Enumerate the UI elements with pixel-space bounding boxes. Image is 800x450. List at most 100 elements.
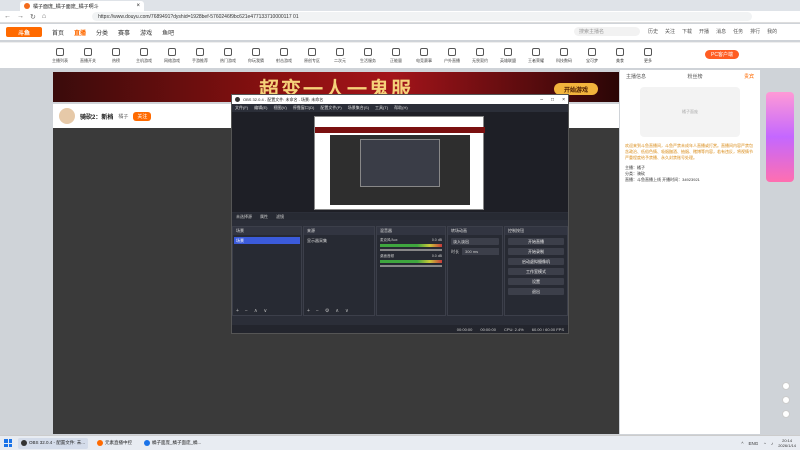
source-item[interactable]: 显示器采集 bbox=[305, 237, 373, 244]
taskbar-app-obs[interactable]: OBS 32.0.4 - 配置文件: 未... bbox=[18, 437, 89, 449]
obs-menu-item[interactable]: 工具(T) bbox=[375, 105, 388, 111]
category-item[interactable]: 射击游戏 bbox=[274, 47, 294, 64]
task-icon[interactable]: 任务 bbox=[733, 28, 743, 35]
nav-category[interactable]: 分类 bbox=[96, 28, 108, 37]
obs-preview[interactable] bbox=[232, 112, 568, 212]
category-item[interactable]: 直播开关 bbox=[78, 47, 98, 64]
search-input[interactable]: 搜索主播名 bbox=[574, 27, 640, 36]
category-item[interactable]: 更多 bbox=[638, 47, 658, 64]
tab-streamer-info[interactable]: 主播信息 bbox=[626, 73, 646, 80]
duration-input[interactable]: 300 ms bbox=[462, 248, 499, 255]
desktop-volume-slider[interactable] bbox=[380, 265, 442, 267]
start-recording-button[interactable]: 开始录制 bbox=[508, 248, 564, 255]
category-item[interactable]: 美食 bbox=[610, 47, 630, 64]
category-item[interactable]: 手游推荐 bbox=[190, 47, 210, 64]
obs-menu-item[interactable]: 编辑(E) bbox=[254, 105, 267, 111]
volume-icon[interactable]: ♪ bbox=[771, 441, 773, 446]
remove-source-icon[interactable]: − bbox=[316, 308, 319, 314]
category-item[interactable]: 王者荣耀 bbox=[526, 47, 546, 64]
obs-menu-item[interactable]: 帮助(H) bbox=[394, 105, 408, 111]
nav-games[interactable]: 游戏 bbox=[140, 28, 152, 37]
category-item[interactable]: 原创专区 bbox=[302, 47, 322, 64]
remove-scene-icon[interactable]: − bbox=[245, 308, 248, 314]
category-item[interactable]: 科技数码 bbox=[554, 47, 574, 64]
filters-button[interactable]: 滤镜 bbox=[276, 214, 284, 220]
wifi-icon[interactable]: ◔ bbox=[763, 441, 766, 446]
obs-menu-item[interactable]: 视图(V) bbox=[273, 105, 286, 111]
profile-icon[interactable]: 我的 bbox=[767, 28, 777, 35]
obs-menu-item[interactable]: 配置文件(P) bbox=[320, 105, 341, 111]
broadcast-icon[interactable]: 开播 bbox=[699, 28, 709, 35]
obs-menu-item[interactable]: 场景集合(S) bbox=[348, 105, 369, 111]
tray-expand-icon[interactable]: ^ bbox=[741, 441, 743, 446]
streamer-avatar[interactable] bbox=[59, 108, 75, 124]
mic-volume-slider[interactable] bbox=[380, 249, 442, 251]
browser-tab[interactable]: 橘子面庞_橘子面庞_橘子啊斗 × bbox=[20, 1, 144, 11]
minimize-icon[interactable]: – bbox=[540, 97, 543, 103]
category-item[interactable]: 无畏契约 bbox=[470, 47, 490, 64]
obs-menu-item[interactable]: 文件(F) bbox=[235, 105, 248, 111]
share-icon[interactable] bbox=[782, 382, 790, 390]
category-item[interactable]: 英雄联盟 bbox=[498, 47, 518, 64]
windows-start-icon[interactable] bbox=[4, 439, 12, 447]
taskbar-app-console[interactable]: 元素直播中控 bbox=[94, 438, 135, 449]
obs-menu-item[interactable]: 停靠窗口(D) bbox=[293, 105, 315, 111]
pc-client-button[interactable]: PC客户端 bbox=[705, 50, 739, 59]
start-streaming-button[interactable]: 开始直播 bbox=[508, 238, 564, 245]
rank-icon[interactable]: 排行 bbox=[750, 28, 760, 35]
url-field[interactable]: https://www.douyu.com/7689491?dyshid=192… bbox=[92, 12, 753, 21]
category-item[interactable]: 生活服务 bbox=[358, 47, 378, 64]
home-icon[interactable]: ⌂ bbox=[42, 13, 46, 20]
category-item[interactable]: 热门游戏 bbox=[218, 47, 238, 64]
tab-vip[interactable]: 贵宾 bbox=[744, 73, 754, 80]
streamer-tag[interactable]: 橘子 bbox=[118, 113, 128, 120]
exit-button[interactable]: 退出 bbox=[508, 288, 564, 295]
category-item[interactable]: 你玩我猜 bbox=[246, 47, 266, 64]
nav-home[interactable]: 首页 bbox=[52, 28, 64, 37]
category-item[interactable]: 二次元 bbox=[330, 47, 350, 64]
close-tab-icon[interactable]: × bbox=[136, 3, 140, 9]
source-down-icon[interactable]: ∨ bbox=[345, 308, 349, 314]
category-item[interactable]: 户外直播 bbox=[442, 47, 462, 64]
transition-select[interactable]: 淡入淡出 bbox=[451, 238, 499, 245]
virtual-camera-button[interactable]: 启动虚拟摄像机 bbox=[508, 258, 564, 265]
taskbar-app-browser[interactable]: 橘子面庞_橘子面庞_橘... bbox=[141, 438, 204, 449]
move-down-icon[interactable]: ∨ bbox=[264, 308, 268, 314]
forward-icon[interactable]: → bbox=[17, 13, 24, 20]
history-icon[interactable]: 历史 bbox=[648, 28, 658, 35]
category-item[interactable]: 正能量 bbox=[386, 47, 406, 64]
source-up-icon[interactable]: ∧ bbox=[335, 308, 339, 314]
nav-yuba[interactable]: 鱼吧 bbox=[162, 28, 174, 37]
category-item[interactable]: 电竞赛事 bbox=[414, 47, 434, 64]
clock[interactable]: 20:14 2026/1/14 bbox=[778, 438, 796, 448]
tab-fans-rank[interactable]: 粉丝榜 bbox=[687, 73, 702, 80]
add-source-icon[interactable]: + bbox=[307, 308, 310, 314]
nav-esports[interactable]: 赛事 bbox=[118, 28, 130, 37]
category-item[interactable]: 热榜 bbox=[106, 47, 126, 64]
scroll-top-icon[interactable] bbox=[782, 410, 790, 418]
category-item[interactable]: 主播列表 bbox=[50, 47, 70, 64]
back-icon[interactable]: ← bbox=[4, 13, 11, 20]
feedback-icon[interactable] bbox=[782, 396, 790, 404]
settings-button[interactable]: 设置 bbox=[508, 278, 564, 285]
side-promo-ad[interactable] bbox=[766, 92, 794, 182]
category-item[interactable]: 主机游戏 bbox=[134, 47, 154, 64]
download-icon[interactable]: 下载 bbox=[682, 28, 692, 35]
properties-button[interactable]: 属性 bbox=[260, 214, 268, 220]
follow-button[interactable]: 关注 bbox=[133, 111, 152, 121]
follow-icon[interactable]: 关注 bbox=[665, 28, 675, 35]
message-icon[interactable]: 消息 bbox=[716, 28, 726, 35]
input-language[interactable]: ENG bbox=[748, 441, 758, 446]
douyu-logo[interactable]: 斗鱼 bbox=[6, 27, 42, 37]
category-item[interactable]: 网络游戏 bbox=[162, 47, 182, 64]
move-up-icon[interactable]: ∧ bbox=[254, 308, 258, 314]
category-item[interactable]: 宝可梦 bbox=[582, 47, 602, 64]
reload-icon[interactable]: ↻ bbox=[30, 13, 36, 21]
close-icon[interactable]: × bbox=[562, 97, 565, 103]
scene-item[interactable]: 场景 bbox=[234, 237, 300, 244]
add-scene-icon[interactable]: + bbox=[236, 308, 239, 314]
maximize-icon[interactable]: □ bbox=[551, 97, 554, 103]
nav-live[interactable]: 直播 bbox=[74, 28, 86, 37]
gear-icon[interactable]: ⚙ bbox=[325, 308, 329, 314]
obs-titlebar[interactable]: OBS 32.0.4 - 配置文件: 未命名 - 场景: 未命名 – □ × bbox=[232, 95, 568, 104]
